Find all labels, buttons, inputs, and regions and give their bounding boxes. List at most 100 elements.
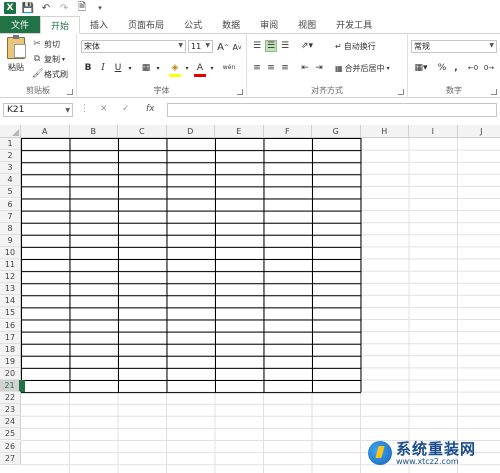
align-center-icon[interactable]: ≡ [265, 62, 277, 74]
tab-review[interactable]: 审阅 [250, 16, 288, 33]
insert-function-icon[interactable]: fx [146, 104, 155, 114]
ribbon-tabs: 文件 开始 插入 页面布局 公式 数据 审阅 视图 开发工具 [0, 16, 500, 34]
row-header-16[interactable]: 16 [0, 319, 21, 332]
print-preview-icon[interactable]: 🗎 [76, 2, 88, 14]
number-launcher-icon[interactable] [491, 89, 497, 95]
font-name-combo[interactable]: 宋体 ▼ [81, 40, 186, 53]
tab-view[interactable]: 视图 [288, 16, 326, 33]
chevron-down-icon[interactable]: ▾ [152, 62, 164, 74]
align-middle-icon[interactable]: ☰ [265, 40, 277, 52]
column-header-g[interactable]: G [312, 125, 361, 138]
row-header-19[interactable]: 19 [0, 355, 21, 368]
chevron-down-icon[interactable]: ▾ [206, 62, 218, 74]
increase-decimal-icon[interactable]: ←0 [466, 62, 480, 74]
row-header-2[interactable]: 2 [0, 150, 21, 163]
column-header-f[interactable]: F [263, 125, 312, 138]
paste-button[interactable]: 粘贴 [4, 35, 28, 77]
column-header-d[interactable]: D [166, 125, 215, 138]
customize-qat-icon[interactable]: ▾ [94, 2, 106, 14]
row-header-13[interactable]: 13 [0, 283, 21, 296]
select-all-button[interactable] [0, 125, 21, 138]
formula-input[interactable] [167, 103, 497, 117]
column-header-h[interactable]: H [360, 125, 409, 138]
comma-button[interactable]: , [450, 62, 462, 74]
row-header-7[interactable]: 7 [0, 210, 21, 223]
row-header-20[interactable]: 20 [0, 367, 21, 380]
row-header-27[interactable]: 27 [0, 452, 21, 465]
font-size-combo[interactable]: 11 ▼ [188, 40, 213, 53]
tab-insert[interactable]: 插入 [80, 16, 118, 33]
row-header-17[interactable]: 17 [0, 331, 21, 344]
cut-button[interactable]: ✂ 剪切 [32, 38, 60, 50]
decrease-decimal-icon[interactable]: 0→ [482, 62, 496, 74]
align-top-icon[interactable]: ☰ [251, 40, 263, 52]
column-header-b[interactable]: B [69, 125, 118, 138]
redo-icon[interactable]: ↷ [58, 2, 70, 14]
tab-file[interactable]: 文件 [0, 16, 41, 33]
number-group: 常规 ▼ ▦▾ % , ←0 0→ 数字 [408, 34, 500, 98]
align-left-icon[interactable]: ≡ [251, 62, 263, 74]
worksheet-grid[interactable]: ABCDEFGHIJ 1 2 3 4 5 6 7 8 9 10 11 12 13 14 15 16 17 18 19… [0, 125, 500, 473]
shrink-font-button[interactable]: Av [231, 41, 243, 53]
tab-data[interactable]: 数据 [212, 16, 250, 33]
number-format-combo[interactable]: 常规 ▼ [411, 40, 497, 53]
row-header-15[interactable]: 15 [0, 307, 21, 320]
tab-developer[interactable]: 开发工具 [326, 16, 382, 33]
italic-button[interactable]: I [97, 62, 109, 74]
borders-icon[interactable]: ▦ [140, 62, 152, 74]
chevron-down-icon[interactable]: ▾ [181, 62, 193, 74]
tab-page-layout[interactable]: 页面布局 [118, 16, 174, 33]
increase-indent-icon[interactable]: ⇥ [313, 62, 325, 74]
row-header-6[interactable]: 6 [0, 198, 21, 211]
row-header-12[interactable]: 12 [0, 271, 21, 284]
grow-font-button[interactable]: A ^ [217, 41, 229, 53]
align-right-icon[interactable]: ≡ [279, 62, 291, 74]
orientation-icon[interactable]: ⇗▾ [299, 40, 315, 52]
column-header-a[interactable]: A [21, 125, 70, 138]
row-header-10[interactable]: 10 [0, 246, 21, 259]
chevron-down-icon[interactable]: ▾ [124, 62, 136, 74]
underline-button[interactable]: U [112, 62, 124, 74]
row-header-1[interactable]: 1 [0, 138, 21, 151]
enter-icon[interactable]: ✓ [122, 104, 130, 114]
column-header-j[interactable]: J [457, 125, 500, 138]
phonetic-guide-button[interactable]: wén [221, 61, 237, 73]
font-color-icon[interactable]: A [194, 62, 206, 74]
undo-icon[interactable]: ↶ [40, 2, 52, 14]
bold-button[interactable]: B [82, 62, 94, 74]
percent-button[interactable]: % [436, 62, 448, 74]
format-painter-button[interactable]: 🖌 格式刷 [32, 68, 68, 80]
column-header-e[interactable]: E [215, 125, 264, 138]
tab-home[interactable]: 开始 [40, 16, 81, 34]
row-header-23[interactable]: 23 [0, 404, 21, 417]
row-header-21[interactable]: 21 [0, 380, 21, 393]
font-launcher-icon[interactable] [237, 89, 243, 95]
fill-color-icon[interactable]: ◈ [169, 62, 181, 74]
align-bottom-icon[interactable]: ☰ [279, 40, 291, 52]
copy-button[interactable]: ⧉ 复制 ▾ [32, 53, 65, 65]
accounting-format-icon[interactable]: ▦▾ [412, 62, 430, 74]
row-header-26[interactable]: 26 [0, 440, 21, 453]
row-header-25[interactable]: 25 [0, 428, 21, 441]
row-header-22[interactable]: 22 [0, 392, 21, 405]
row-header-11[interactable]: 11 [0, 259, 21, 272]
decrease-indent-icon[interactable]: ⇤ [299, 62, 311, 74]
tab-formulas[interactable]: 公式 [174, 16, 212, 33]
row-header-24[interactable]: 24 [0, 416, 21, 429]
row-header-8[interactable]: 8 [0, 222, 21, 235]
row-header-14[interactable]: 14 [0, 295, 21, 308]
row-header-18[interactable]: 18 [0, 343, 21, 356]
alignment-launcher-icon[interactable] [398, 89, 404, 95]
merge-center-button[interactable]: ▦ 合并后居中 ▾ [335, 62, 390, 74]
row-header-3[interactable]: 3 [0, 162, 21, 175]
cancel-icon[interactable]: ✕ [100, 104, 108, 114]
clipboard-launcher-icon[interactable] [67, 89, 73, 95]
name-box[interactable]: K21 ▼ [3, 103, 73, 117]
column-header-c[interactable]: C [118, 125, 167, 138]
row-header-9[interactable]: 9 [0, 234, 21, 247]
wrap-text-button[interactable]: ↵ 自动换行 [335, 40, 376, 52]
row-header-5[interactable]: 5 [0, 186, 21, 199]
row-header-4[interactable]: 4 [0, 174, 21, 187]
save-icon[interactable]: 💾 [22, 2, 34, 14]
column-header-i[interactable]: I [409, 125, 458, 138]
